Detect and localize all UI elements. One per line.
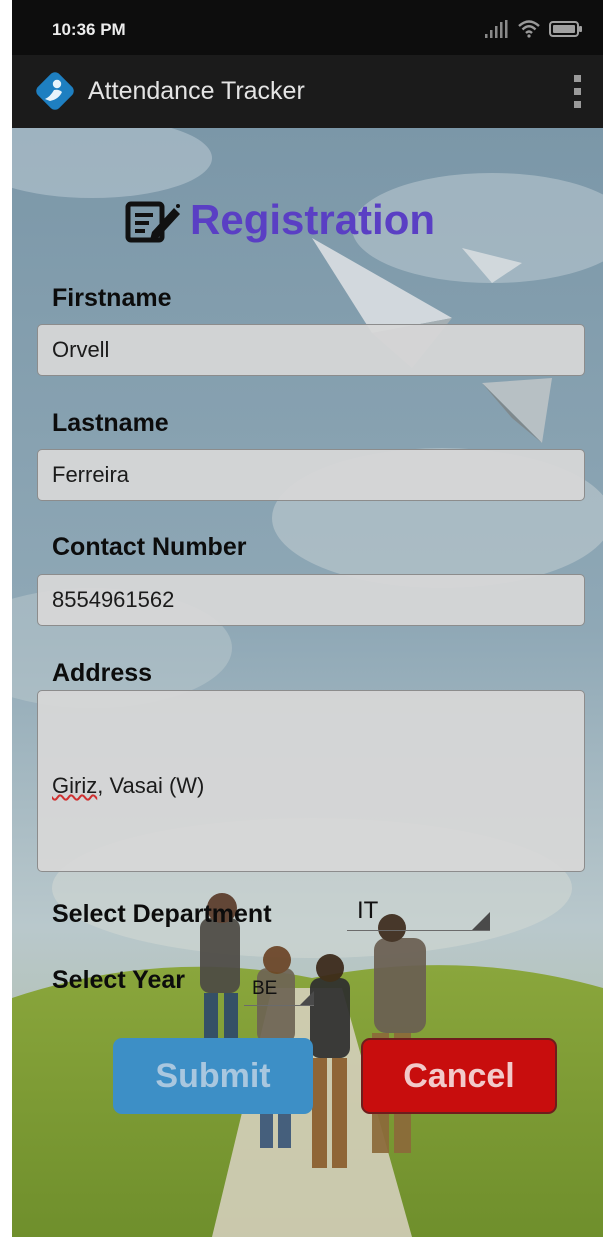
address-value-rest: , Vasai (W) (97, 773, 205, 798)
year-label: Select Year (52, 966, 185, 994)
department-underline (347, 930, 490, 931)
department-spinner[interactable]: IT (347, 897, 490, 931)
year-underline (244, 1005, 314, 1006)
dropdown-arrow-icon (300, 991, 314, 1005)
attendance-logo-icon (36, 72, 74, 110)
app-title: Attendance Tracker (88, 77, 305, 105)
contact-number-input[interactable] (37, 574, 585, 626)
firstname-input[interactable] (37, 324, 585, 376)
overflow-menu-icon[interactable] (567, 75, 587, 109)
status-bar: 10:36 PM (12, 0, 603, 55)
dropdown-arrow-icon (472, 912, 490, 930)
department-label: Select Department (52, 900, 272, 928)
status-time: 10:36 PM (52, 20, 126, 39)
registration-heading: Registration (124, 190, 435, 250)
wifi-icon (518, 20, 540, 38)
app-bar: Attendance Tracker (12, 55, 603, 128)
edit-note-icon (125, 201, 180, 243)
registration-title: Registration (190, 196, 436, 243)
department-value: IT (357, 897, 379, 924)
status-icons (483, 18, 583, 38)
cancel-button[interactable]: Cancel (361, 1038, 557, 1114)
year-spinner[interactable]: BE (244, 978, 314, 1006)
submit-button[interactable]: Submit (113, 1038, 313, 1114)
battery-icon (549, 21, 582, 37)
address-textarea[interactable]: Giriz, Vasai (W) (37, 690, 585, 872)
firstname-label: Firstname (52, 284, 172, 312)
phone-screen: 10:36 PM Attendance Tracker Registration… (12, 0, 603, 1237)
signal-icon (485, 20, 508, 38)
address-misspelled-word: Giriz (52, 773, 98, 798)
address-label: Address (52, 659, 153, 687)
lastname-input[interactable] (37, 449, 585, 501)
address-value: Giriz, Vasai (W) (52, 773, 204, 799)
lastname-label: Lastname (52, 409, 169, 437)
year-value: BE (252, 978, 278, 999)
contact-number-label: Contact Number (52, 533, 247, 561)
registration-screen: Registration Firstname Lastname Contact … (12, 128, 603, 1237)
